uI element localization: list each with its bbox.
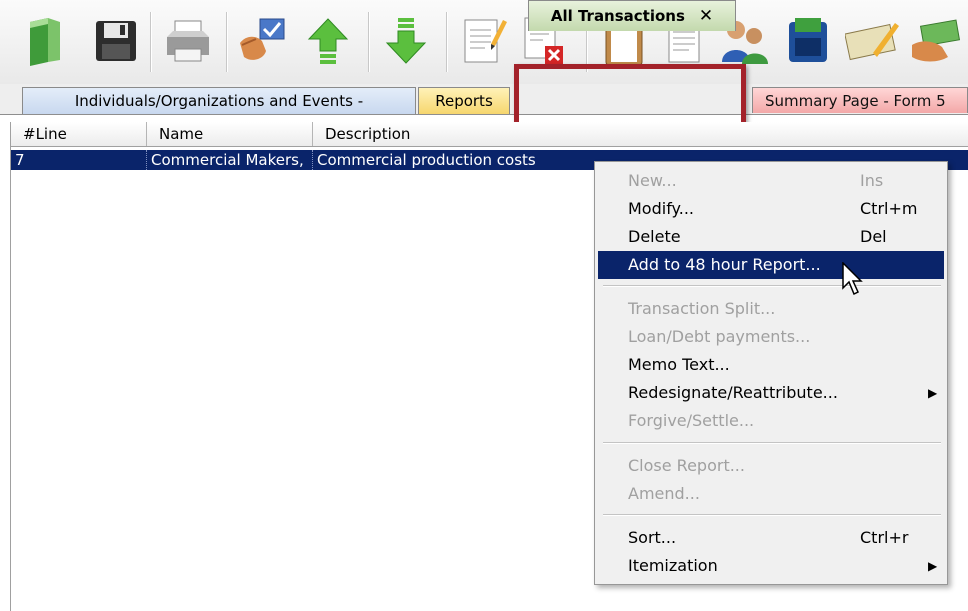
- submenu-arrow-icon: ▶: [928, 386, 938, 400]
- menu-item-label: Delete: [628, 227, 681, 246]
- tab-individuals-organizations[interactable]: Individuals/Organizations and Events -: [22, 87, 416, 114]
- menu-item-label: Loan/Debt payments...: [628, 327, 811, 346]
- tab-strip: Individuals/Organizations and Events - R…: [0, 84, 968, 115]
- open-folder-icon[interactable]: [16, 10, 72, 72]
- column-header-line[interactable]: #Line: [11, 122, 147, 146]
- submenu-arrow-icon: ▶: [928, 559, 938, 573]
- mouse-cursor-icon: [842, 262, 863, 296]
- tab-label: Individuals/Organizations and Events -: [74, 92, 364, 110]
- tab-reports[interactable]: Reports: [418, 87, 510, 114]
- money-hand-icon[interactable]: [908, 10, 964, 72]
- tab-label: Summary Page - Form 5: [765, 92, 946, 110]
- menu-item-close-report[interactable]: Close Report...: [598, 452, 944, 480]
- tab-label: All Transactions: [550, 7, 685, 25]
- approve-hand-icon[interactable]: [234, 10, 290, 72]
- column-header-name[interactable]: Name: [147, 122, 313, 146]
- down-arrow-icon[interactable]: [378, 10, 434, 72]
- menu-item-sort[interactable]: Sort... Ctrl+r: [598, 524, 944, 552]
- menu-item-new[interactable]: New... Ins: [598, 167, 944, 195]
- check-payment-icon[interactable]: [844, 10, 900, 72]
- menu-item-label: Modify...: [628, 199, 694, 218]
- close-tab-icon[interactable]: ✕: [699, 6, 713, 26]
- menu-item-loan-debt-payments[interactable]: Loan/Debt payments...: [598, 323, 944, 351]
- cell-line: 7: [11, 150, 147, 170]
- menu-item-forgive-settle[interactable]: Forgive/Settle...: [598, 407, 944, 435]
- menu-item-redesignate-reattribute[interactable]: Redesignate/Reattribute... ▶: [598, 379, 944, 407]
- menu-item-amend[interactable]: Amend...: [598, 480, 944, 508]
- menu-item-shortcut: Ins: [860, 171, 884, 190]
- menu-item-label: Close Report...: [628, 456, 745, 475]
- menu-item-shortcut: Ctrl+m: [860, 199, 918, 218]
- menu-item-label: Memo Text...: [628, 355, 730, 374]
- menu-separator: [603, 514, 941, 516]
- tab-all-transactions[interactable]: All Transactions ✕: [528, 0, 736, 31]
- column-header-description[interactable]: Description: [313, 122, 613, 146]
- menu-item-transaction-split[interactable]: Transaction Split...: [598, 295, 944, 323]
- cell-description: Commercial production costs: [317, 151, 536, 169]
- menu-item-label: New...: [628, 171, 677, 190]
- menu-separator: [603, 442, 941, 444]
- save-disk-icon[interactable]: [88, 10, 144, 72]
- cell-name: Commercial Makers,: [147, 150, 313, 170]
- edit-document-icon[interactable]: [456, 10, 512, 72]
- menu-item-modify[interactable]: Modify... Ctrl+m: [598, 195, 944, 223]
- context-menu: New... Ins Modify... Ctrl+m Delete Del A…: [594, 161, 948, 585]
- menu-item-label: Sort...: [628, 528, 677, 547]
- menu-item-delete[interactable]: Delete Del: [598, 223, 944, 251]
- tab-label: Reports: [435, 92, 493, 110]
- up-arrow-icon[interactable]: [300, 10, 356, 72]
- menu-item-label: Forgive/Settle...: [628, 411, 755, 430]
- menu-separator: [603, 285, 941, 287]
- printer-icon[interactable]: [160, 10, 216, 72]
- menu-item-label: Transaction Split...: [628, 299, 776, 318]
- grid-header: #Line Name Description: [11, 122, 968, 147]
- cash-register-icon[interactable]: [780, 10, 836, 72]
- menu-item-memo-text[interactable]: Memo Text...: [598, 351, 944, 379]
- menu-item-label: Redesignate/Reattribute...: [628, 383, 838, 402]
- menu-item-itemization[interactable]: Itemization ▶: [598, 552, 944, 580]
- menu-item-add-to-48-hour-report[interactable]: Add to 48 hour Report...: [598, 251, 944, 279]
- menu-item-shortcut: Ctrl+r: [860, 528, 909, 547]
- menu-item-label: Itemization: [628, 556, 718, 575]
- menu-item-label: Amend...: [628, 484, 700, 503]
- toolbar: [0, 0, 968, 85]
- menu-item-label: Add to 48 hour Report...: [628, 255, 821, 274]
- menu-item-shortcut: Del: [860, 227, 887, 246]
- highlight-box: [514, 64, 746, 130]
- tab-summary-page[interactable]: Summary Page - Form 5: [752, 87, 968, 113]
